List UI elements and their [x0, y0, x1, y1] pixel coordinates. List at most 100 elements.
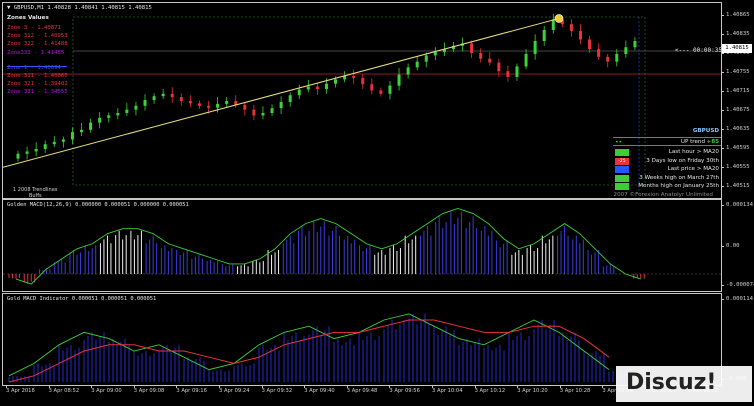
candle-body: [406, 67, 410, 75]
time-tick-label: 3 Apr 09:08: [133, 385, 165, 394]
candle-body: [188, 101, 192, 104]
candle-body: [80, 129, 84, 133]
candle-body: [588, 39, 592, 50]
time-tick-label: 3 Apr 08:52: [48, 385, 80, 394]
gold-macd-pane[interactable]: Gold MACD Indicator 0.000051 0.000051 0.…: [2, 293, 722, 386]
candle-body: [388, 85, 392, 94]
candle-countdown: <--- 00:00:35: [675, 47, 722, 54]
candle-body: [352, 76, 356, 78]
candle-body: [161, 93, 165, 97]
candle-body: [197, 103, 201, 106]
candle-body: [578, 30, 582, 40]
candle-body: [16, 153, 20, 159]
price-tick-label: 1.40515: [721, 183, 750, 189]
candle-body: [524, 53, 528, 67]
candle-body: [479, 53, 483, 59]
price-tick-label: 1.40865: [721, 12, 750, 18]
macd1-tick-label: 0.00: [720, 243, 740, 249]
candle-body: [252, 109, 256, 116]
macd1-signal-line: [15, 208, 641, 285]
candle-body: [551, 19, 555, 30]
golden-macd-pane[interactable]: Golden MACD(12,26,9) 0.000000 0.000051 0…: [2, 199, 722, 292]
trend-info-panel: GBPUSD •• UP trend +85 Last hour > MA20-…: [613, 127, 721, 198]
panel-symbol: GBPUSD: [692, 128, 719, 134]
zones-title: Zones Values: [7, 15, 49, 21]
macd1-tick-label: -0.000074: [720, 282, 754, 288]
time-tick-label: 3 Apr 10:04: [432, 385, 463, 394]
trendline-anchor-marker: [554, 14, 564, 23]
candle-body: [297, 89, 301, 96]
candle-body: [43, 144, 47, 149]
candle-body: [470, 43, 474, 53]
candle-body: [261, 113, 265, 116]
price-axis[interactable]: 1.40865 1.40835 1.40795 1.40755 1.40715 1.406…: [721, 2, 754, 199]
time-tick-label: 3 Apr 09:40: [304, 385, 335, 394]
golden-macd-axis: 0.000134 0.00 -0.000074: [720, 199, 754, 292]
panel-row-badge: -25: [615, 157, 629, 165]
gold-macd-title: Gold MACD Indicator 0.000051 0.000051 0.…: [7, 296, 157, 302]
candle-body: [89, 122, 93, 130]
candle-body: [179, 97, 183, 101]
candle-body: [370, 84, 374, 91]
price-tick-label: 1.40595: [721, 145, 750, 151]
time-tick-label: 3 Apr 09:56: [389, 385, 420, 394]
zone-value: Zone 3 - 1.40871: [7, 25, 61, 31]
trendline: [3, 17, 560, 168]
candle-body: [497, 62, 501, 72]
time-tick-label: 3 Apr 09:00: [91, 385, 122, 394]
candle-body: [243, 104, 247, 110]
candle-body: [116, 113, 120, 116]
price-tick-label: 1.40635: [721, 126, 750, 132]
zone-value: Zone 311 - 1.40060: [7, 73, 68, 79]
candle-body: [415, 61, 419, 68]
zone-value: Zone 331 - 1.34555: [7, 89, 68, 96]
panel-row-badge: [615, 174, 629, 182]
panel-row-text: Months high on January 25th: [638, 183, 719, 189]
discuz-watermark: Discuz!: [616, 366, 752, 402]
panel-row-badge: [615, 183, 629, 190]
time-tick-label: 3 Apr 10:12: [474, 385, 506, 394]
zones-divider: [7, 66, 67, 67]
panel-footer-text: 2007 ©Forexion Anatolyr Unlimited: [613, 192, 713, 198]
time-tick-label: 3 Apr 10:20: [517, 385, 548, 394]
time-tick-label: 3 Apr 10:28: [559, 385, 591, 394]
chart-symbol-header: ▼ GBPUSD,M1 1.40828 1.40841 1.40815 1.40…: [7, 5, 152, 11]
candle-body: [288, 95, 292, 102]
panel-row-badge: [615, 166, 629, 173]
trend-dots-icon: ••: [615, 139, 623, 146]
candle-body: [569, 24, 573, 31]
zone-value: Zone 321 - 1.39402: [7, 81, 68, 88]
candle-body: [615, 53, 619, 62]
candle-body: [152, 96, 156, 101]
candle-body: [143, 100, 147, 106]
zone-value: Zone 322 - 1.41488: [7, 41, 68, 48]
time-tick-label: 3 Apr 09:16: [176, 385, 207, 394]
zone-box: [72, 16, 646, 186]
candle-body: [98, 117, 102, 123]
candle-body: [361, 77, 365, 85]
candle-body: [315, 86, 319, 89]
price-tick-label: 1.40715: [721, 88, 750, 94]
candle-body: [52, 141, 56, 145]
candle-body: [170, 93, 174, 98]
candle-body: [606, 56, 610, 62]
candle-body: [624, 47, 628, 54]
candle-body: [279, 101, 283, 109]
price-tick-label: 1.40675: [721, 107, 750, 113]
candle-body: [515, 66, 519, 77]
time-axis[interactable]: 3 Apr 2018 3 Apr 08:52 3 Apr 09:00 3 Apr 09…: [2, 385, 722, 406]
panel-row-badge: [615, 149, 629, 156]
trend-label: UP trend: [680, 139, 705, 145]
candle-body: [506, 71, 510, 77]
panel-trend-row: •• UP trend +85: [613, 137, 721, 146]
candle-body: [125, 109, 129, 113]
candle-body: [34, 149, 38, 152]
candle-body: [306, 86, 310, 90]
price-chart-pane[interactable]: ▼ GBPUSD,M1 1.40828 1.40841 1.40815 1.40…: [2, 2, 722, 199]
candle-body: [134, 105, 138, 110]
trend-value: +85: [706, 139, 719, 145]
candle-body: [70, 132, 74, 140]
zone-value: Zone333 - 1.41485: [7, 49, 65, 56]
candle-body: [379, 90, 383, 94]
candle-body: [633, 41, 637, 48]
